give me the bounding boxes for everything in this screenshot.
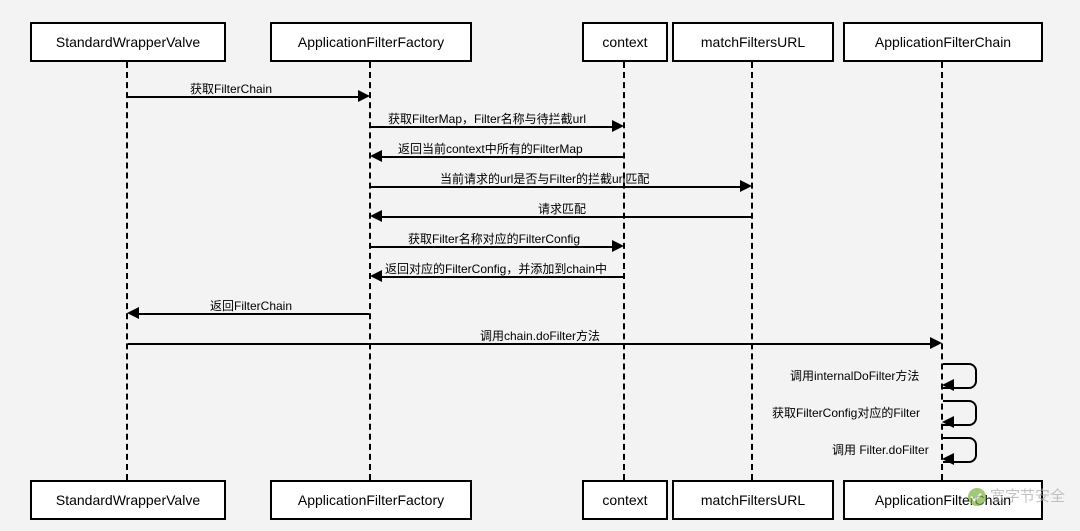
- watermark: 宽字节安全: [968, 485, 1065, 506]
- actor-bot-2: ApplicationFilterFactory: [270, 480, 472, 520]
- actor-top-4: matchFiltersURL: [672, 22, 834, 62]
- actor-bot-4: matchFiltersURL: [672, 480, 834, 520]
- arrow-icon: [612, 120, 624, 132]
- arrow-icon: [740, 180, 752, 192]
- arrow-icon: [942, 416, 954, 428]
- msg-5-label: 请求匹配: [538, 200, 586, 217]
- msg-4-label: 当前请求的url是否与Filter的拦截url匹配: [440, 170, 649, 187]
- arrow-icon: [370, 270, 382, 282]
- lifeline-1: [126, 62, 128, 480]
- arrow-icon: [942, 379, 954, 391]
- actor-bot-3: context: [582, 480, 668, 520]
- msg-2-label: 获取FilterMap，Filter名称与待拦截url: [388, 110, 586, 127]
- arrow-icon: [127, 307, 139, 319]
- msg-10-label: 调用internalDoFilter方法: [790, 367, 919, 384]
- msg-3-label: 返回当前context中所有的FilterMap: [398, 140, 583, 157]
- msg-7-label: 返回对应的FilterConfig，并添加到chain中: [385, 260, 607, 277]
- watermark-text: 宽字节安全: [990, 488, 1065, 505]
- arrow-icon: [370, 150, 382, 162]
- actor-top-1: StandardWrapperValve: [30, 22, 226, 62]
- msg-9-label: 调用chain.doFilter方法: [480, 327, 600, 344]
- lifeline-4: [751, 62, 753, 480]
- arrow-icon: [930, 337, 942, 349]
- wechat-icon: [968, 488, 986, 506]
- arrow-icon: [370, 210, 382, 222]
- arrow-icon: [942, 453, 954, 465]
- arrow-icon: [358, 90, 370, 102]
- actor-top-2: ApplicationFilterFactory: [270, 22, 472, 62]
- msg-6-label: 获取Filter名称对应的FilterConfig: [408, 230, 580, 247]
- sequence-diagram: StandardWrapperValve ApplicationFilterFa…: [0, 0, 1080, 531]
- msg-8-label: 返回FilterChain: [210, 297, 292, 314]
- msg-1-label: 获取FilterChain: [190, 80, 272, 97]
- msg-12-label: 调用 Filter.doFilter: [832, 441, 929, 458]
- actor-top-5: ApplicationFilterChain: [843, 22, 1043, 62]
- msg-11-label: 获取FilterConfig对应的Filter: [772, 404, 920, 421]
- actor-top-3: context: [582, 22, 668, 62]
- arrow-icon: [612, 240, 624, 252]
- actor-bot-1: StandardWrapperValve: [30, 480, 226, 520]
